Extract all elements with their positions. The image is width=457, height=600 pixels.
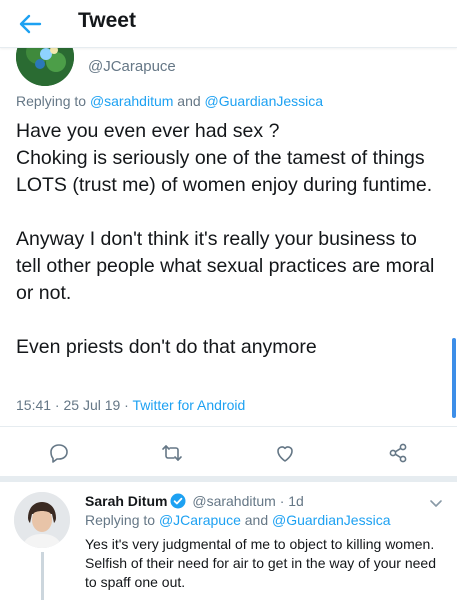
page-title: Tweet	[78, 9, 136, 32]
verified-badge-icon	[170, 493, 186, 512]
reply-author: Sarah Ditum @sarahditum · 1d	[85, 493, 304, 512]
mention-link[interactable]: @GuardianJessica	[272, 512, 391, 528]
top-bar: Tweet	[0, 0, 457, 48]
author-handle-time[interactable]: @sarahditum · 1d	[192, 493, 303, 509]
replying-to: Replying to @sarahditum and @GuardianJes…	[16, 93, 323, 109]
tweet-timestamp: 15:41 · 25 Jul 19 ·	[16, 397, 133, 413]
chevron-down-icon[interactable]	[428, 495, 444, 511]
replying-to-and: and	[173, 93, 205, 109]
reply-tweet-text: Yes it's very judgmental of me to object…	[85, 536, 436, 590]
back-arrow-icon[interactable]	[16, 10, 44, 38]
replying-to-label: Replying to	[85, 512, 159, 528]
mention-link[interactable]: @JCarapuce	[159, 512, 241, 528]
avatar[interactable]	[14, 492, 70, 548]
replying-to-label: Replying to	[16, 93, 90, 109]
reply-icon[interactable]	[44, 438, 74, 468]
tweet-meta: 15:41 · 25 Jul 19 · Twitter for Android	[16, 397, 245, 413]
mention-link[interactable]: @GuardianJessica	[205, 93, 324, 109]
replying-to-and: and	[240, 512, 272, 528]
replying-to: Replying to @JCarapuce and @GuardianJess…	[85, 512, 391, 528]
tweet-text: Have you even ever had sex ? Choking is …	[16, 120, 435, 358]
heart-icon[interactable]	[270, 438, 300, 468]
client-link[interactable]: Twitter for Android	[132, 397, 245, 413]
mention-link[interactable]: @sarahditum	[90, 93, 173, 109]
action-bar	[0, 438, 457, 468]
divider	[0, 426, 457, 427]
section-divider	[0, 476, 457, 482]
author-handle[interactable]: @JCarapuce	[88, 58, 176, 75]
thread-line	[41, 552, 44, 600]
retweet-icon[interactable]	[157, 438, 187, 468]
share-icon[interactable]	[383, 438, 413, 468]
scrollbar[interactable]	[452, 338, 456, 418]
author-name[interactable]: Sarah Ditum	[85, 493, 167, 509]
